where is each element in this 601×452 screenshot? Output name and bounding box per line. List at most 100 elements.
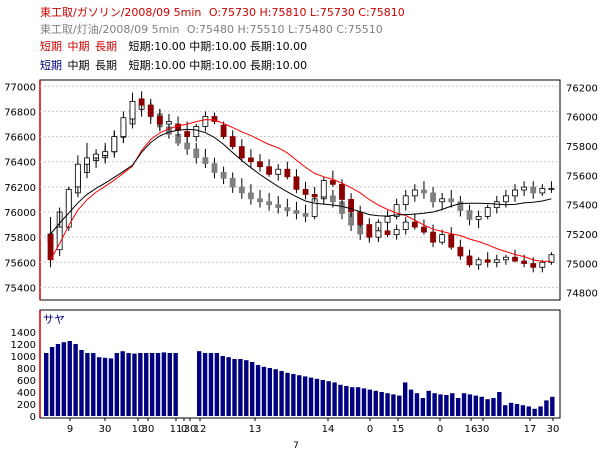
gasoline-candle xyxy=(184,131,191,137)
right-tick-label: 75800 xyxy=(566,142,598,153)
right-tick-label: 75000 xyxy=(566,259,598,270)
volume-bar xyxy=(108,358,114,416)
gasoline-candle xyxy=(512,256,518,262)
gasoline-candle xyxy=(530,263,537,268)
x-tick-label: 16 xyxy=(465,424,478,435)
volume-bar xyxy=(267,368,273,416)
volume-bar xyxy=(455,398,461,416)
volume-bar xyxy=(367,389,373,416)
volume-bar xyxy=(379,392,384,416)
x-tick-label: 0 xyxy=(437,424,443,435)
volume-bar xyxy=(444,395,449,416)
chart-window: 東工取/ガソリン/2008/09 5min O:75730 H:75810 L:… xyxy=(0,0,601,452)
x-tick-label: 9 xyxy=(67,424,73,435)
gasoline-candle xyxy=(448,234,455,248)
volume-bar xyxy=(114,353,120,416)
volume-bar xyxy=(373,390,378,416)
x-tick-label: 30 xyxy=(477,424,490,435)
kerosene-candle xyxy=(202,157,209,165)
volume-bar xyxy=(385,393,390,416)
x-tick-label: 30 xyxy=(547,424,560,435)
volume-bar xyxy=(361,388,367,416)
kerosene-candle xyxy=(530,186,537,194)
volume-bar xyxy=(426,390,431,416)
gasoline-candle xyxy=(357,211,364,225)
x-sub-label: 7 xyxy=(293,441,299,451)
volume-bar xyxy=(514,404,520,416)
x-tick-label: 30 xyxy=(99,424,112,435)
volume-bar xyxy=(297,375,302,416)
gasoline-candle xyxy=(220,124,227,137)
gasoline-candle xyxy=(375,230,382,238)
volume-bar xyxy=(167,353,172,416)
gasoline-candle xyxy=(120,117,127,137)
kerosene-candle xyxy=(257,198,263,203)
price-chart: 7700076800766007640076200760007580075600… xyxy=(4,79,598,451)
volume-bar xyxy=(238,359,243,416)
kerosene-candle xyxy=(284,207,291,211)
x-tick-label: 12 xyxy=(194,424,207,435)
gasoline-candle xyxy=(348,199,354,213)
volume-bar xyxy=(520,405,526,416)
x-tick-label: 0 xyxy=(367,424,373,435)
volume-tick-label: 1400 xyxy=(11,328,36,339)
volume-bar xyxy=(479,396,484,416)
volume-bar xyxy=(73,344,78,416)
kerosene-candle xyxy=(512,189,518,197)
gasoline-candle xyxy=(275,168,282,175)
gasoline-candle xyxy=(384,230,391,236)
kerosene-candle xyxy=(293,210,300,214)
kerosene-candle xyxy=(229,177,236,188)
gasoline-candle xyxy=(493,259,500,263)
gasoline-candle xyxy=(138,98,145,106)
gasoline-candle xyxy=(93,153,99,159)
right-tick-label: 75600 xyxy=(566,171,598,182)
volume-bar xyxy=(96,357,102,416)
volume-bar xyxy=(473,395,478,416)
volume-bar xyxy=(291,374,296,416)
left-tick-label: 77000 xyxy=(4,82,36,93)
volume-tick-label: 800 xyxy=(17,364,36,375)
gasoline-candle xyxy=(229,136,236,148)
gasoline-candle xyxy=(156,116,163,125)
gasoline-candle xyxy=(166,121,172,125)
volume-bar xyxy=(526,406,531,416)
volume-bar xyxy=(350,387,355,416)
volume-bar xyxy=(261,366,267,416)
left-tick-label: 75600 xyxy=(4,258,36,269)
kerosene-candle xyxy=(439,198,446,203)
kerosene-candle xyxy=(548,188,555,190)
volume-bar xyxy=(338,384,343,416)
gasoline-candle xyxy=(266,166,273,175)
volume-bar xyxy=(503,405,508,416)
volume-bar xyxy=(144,353,149,416)
volume-bar xyxy=(279,371,284,416)
kerosene-candle xyxy=(384,215,391,223)
gasoline-candle xyxy=(411,221,418,228)
gasoline-candle xyxy=(457,246,464,257)
gasoline-candle xyxy=(147,104,154,117)
x-tick-label: 14 xyxy=(322,424,335,435)
volume-bar xyxy=(202,353,208,416)
volume-bar xyxy=(438,394,443,416)
gasoline-candle xyxy=(503,256,509,261)
kerosene-candle xyxy=(211,163,218,173)
kerosene-candle xyxy=(503,195,509,203)
volume-bar xyxy=(532,408,537,416)
volume-bar xyxy=(44,353,49,416)
kerosene-candle xyxy=(421,189,427,194)
kerosene-candle xyxy=(430,192,436,203)
x-tick-label: 13 xyxy=(249,424,262,435)
gasoline-candle xyxy=(302,188,309,195)
gasoline-candle xyxy=(339,183,345,200)
gasoline-candle xyxy=(102,151,109,156)
right-tick-label: 75400 xyxy=(566,201,598,212)
gasoline-candle xyxy=(238,146,245,159)
left-tick-label: 76800 xyxy=(4,107,36,118)
volume-bar xyxy=(232,359,237,416)
gasoline-candle xyxy=(439,234,446,243)
kerosene-candle xyxy=(484,207,491,217)
volume-bar xyxy=(285,372,290,416)
volume-bar xyxy=(49,347,55,416)
gasoline-candle xyxy=(430,231,436,243)
